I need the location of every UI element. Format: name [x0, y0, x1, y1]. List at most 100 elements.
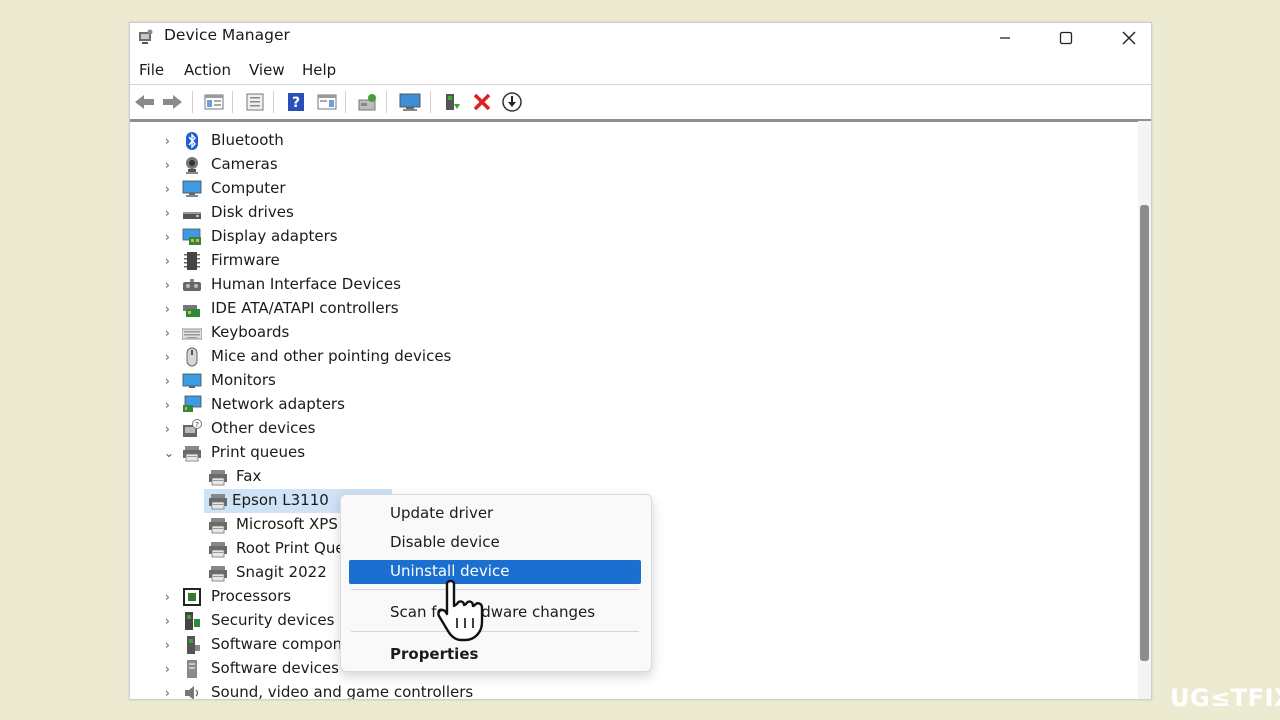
uninstall-icon	[473, 93, 491, 111]
tree-item-ide-controllers[interactable]: › IDE ATA/ATAPI controllers	[130, 297, 1130, 321]
console-tree-icon	[204, 94, 224, 110]
forward-icon	[163, 95, 182, 109]
menu-view[interactable]: View	[249, 61, 285, 79]
other-devices-icon: ?	[183, 419, 202, 437]
chevron-down-icon[interactable]: ⌄	[164, 446, 176, 460]
tree-item-label: Sound, video and game controllers	[211, 683, 474, 700]
tree-item-computer[interactable]: › Computer	[130, 177, 1130, 201]
toolbar-separator	[386, 91, 387, 113]
update-driver-button[interactable]	[440, 90, 464, 114]
tree-item-label: Root Print Que	[236, 539, 345, 557]
console-tree-button[interactable]	[202, 90, 226, 114]
tree-item-label: Bluetooth	[211, 131, 284, 149]
tree-item-label: Software compone	[211, 635, 352, 653]
uninstall-button[interactable]	[470, 90, 494, 114]
tree-item-label: Security devices	[211, 611, 335, 629]
scan-hardware-icon	[358, 94, 376, 111]
chevron-right-icon[interactable]: ›	[165, 254, 177, 268]
menu-item-label: Properties	[390, 645, 479, 663]
printer-icon	[208, 541, 228, 558]
menu-item-properties[interactable]: Properties	[349, 643, 641, 667]
keyboard-icon	[182, 328, 202, 340]
tree-item-label: Print queues	[211, 443, 306, 461]
printer-icon	[208, 469, 228, 486]
svg-text:?: ?	[195, 421, 199, 429]
tree-item-display-adapters[interactable]: › Display adapters	[130, 225, 1130, 249]
action-pane-button[interactable]	[315, 90, 339, 114]
chevron-right-icon[interactable]: ›	[165, 350, 177, 364]
help-button[interactable]: ?	[284, 90, 308, 114]
processor-icon	[183, 588, 201, 606]
chevron-right-icon[interactable]: ›	[165, 278, 177, 292]
tree-item-label: Firmware	[211, 251, 280, 269]
minimize-icon	[1000, 37, 1010, 39]
download-button[interactable]	[500, 90, 524, 114]
firmware-icon	[184, 252, 200, 270]
chevron-right-icon[interactable]: ›	[165, 206, 177, 220]
software-component-icon	[187, 636, 200, 654]
chevron-right-icon[interactable]: ›	[165, 302, 177, 316]
menu-item-disable-device[interactable]: Disable device	[349, 531, 641, 555]
close-icon	[1122, 31, 1136, 45]
tree-item-label: Processors	[211, 587, 292, 605]
menu-action[interactable]: Action	[184, 61, 231, 79]
chevron-right-icon[interactable]: ›	[165, 422, 177, 436]
menu-file[interactable]: File	[139, 61, 164, 79]
chevron-right-icon[interactable]: ›	[165, 230, 177, 244]
ide-icon	[183, 305, 200, 317]
printer-icon	[208, 565, 228, 582]
tree-item-label: Epson L3110	[232, 491, 329, 509]
chevron-right-icon[interactable]: ›	[165, 134, 177, 148]
minimize-button[interactable]	[982, 23, 1028, 53]
tree-item-keyboards[interactable]: › Keyboards	[130, 321, 1130, 345]
tree-item-sound-video-game[interactable]: › Sound, video and game controllers	[130, 681, 1130, 700]
forward-button[interactable]	[160, 90, 184, 114]
tree-item-label: Snagit 2022	[236, 563, 327, 581]
maximize-button[interactable]	[1043, 23, 1089, 53]
chevron-right-icon[interactable]: ›	[165, 638, 177, 652]
tree-item-print-queues[interactable]: ⌄ Print queues	[130, 441, 1130, 465]
chevron-right-icon[interactable]: ›	[165, 326, 177, 340]
menu-help[interactable]: Help	[302, 61, 336, 79]
tree-item-label: Keyboards	[211, 323, 290, 341]
vertical-scrollbar[interactable]	[1138, 121, 1151, 699]
chevron-right-icon[interactable]: ›	[165, 662, 177, 676]
tree-item-bluetooth[interactable]: › Bluetooth	[130, 129, 1130, 153]
tree-item-label: Other devices	[211, 419, 316, 437]
tree-item-mice[interactable]: › Mice and other pointing devices	[130, 345, 1130, 369]
chevron-right-icon[interactable]: ›	[165, 614, 177, 628]
menu-item-scan-hardware[interactable]: Scan for hardware changes	[349, 601, 641, 625]
monitor-button[interactable]	[398, 90, 422, 114]
chevron-right-icon[interactable]: ›	[165, 158, 177, 172]
scrollbar-thumb[interactable]	[1140, 205, 1149, 661]
back-button[interactable]	[133, 90, 157, 114]
svg-text:?: ?	[292, 95, 300, 111]
scan-hardware-button[interactable]	[356, 90, 380, 114]
mouse-icon	[186, 347, 198, 367]
tree-item-cameras[interactable]: › Cameras	[130, 153, 1130, 177]
menu-item-update-driver[interactable]: Update driver	[349, 502, 641, 526]
camera-icon	[186, 157, 198, 174]
tree-item-monitors[interactable]: › Monitors	[130, 369, 1130, 393]
close-button[interactable]	[1106, 23, 1151, 53]
chevron-right-icon[interactable]: ›	[165, 686, 177, 699]
chevron-right-icon[interactable]: ›	[165, 182, 177, 196]
tree-item-human-interface-devices[interactable]: › Human Interface Devices	[130, 273, 1130, 297]
properties-icon	[246, 93, 264, 111]
tree-item-firmware[interactable]: › Firmware	[130, 249, 1130, 273]
menu-item-uninstall-device[interactable]: Uninstall device	[349, 560, 641, 584]
tree-item-network-adapters[interactable]: › Network adapters	[130, 393, 1130, 417]
sound-icon	[185, 686, 199, 699]
tree-item-label: Monitors	[211, 371, 276, 389]
tree-item-other-devices[interactable]: › ? Other devices	[130, 417, 1130, 441]
display-adapter-icon	[182, 228, 201, 245]
menu-item-label: Disable device	[390, 533, 500, 551]
help-icon: ?	[288, 93, 304, 111]
chevron-right-icon[interactable]: ›	[165, 590, 177, 604]
properties-button[interactable]	[243, 90, 267, 114]
watermark-logo: UG≤TFIX	[1170, 684, 1280, 712]
tree-item-disk-drives[interactable]: › Disk drives	[130, 201, 1130, 225]
chevron-right-icon[interactable]: ›	[165, 398, 177, 412]
tree-item-fax[interactable]: Fax	[130, 465, 1130, 489]
chevron-right-icon[interactable]: ›	[165, 374, 177, 388]
